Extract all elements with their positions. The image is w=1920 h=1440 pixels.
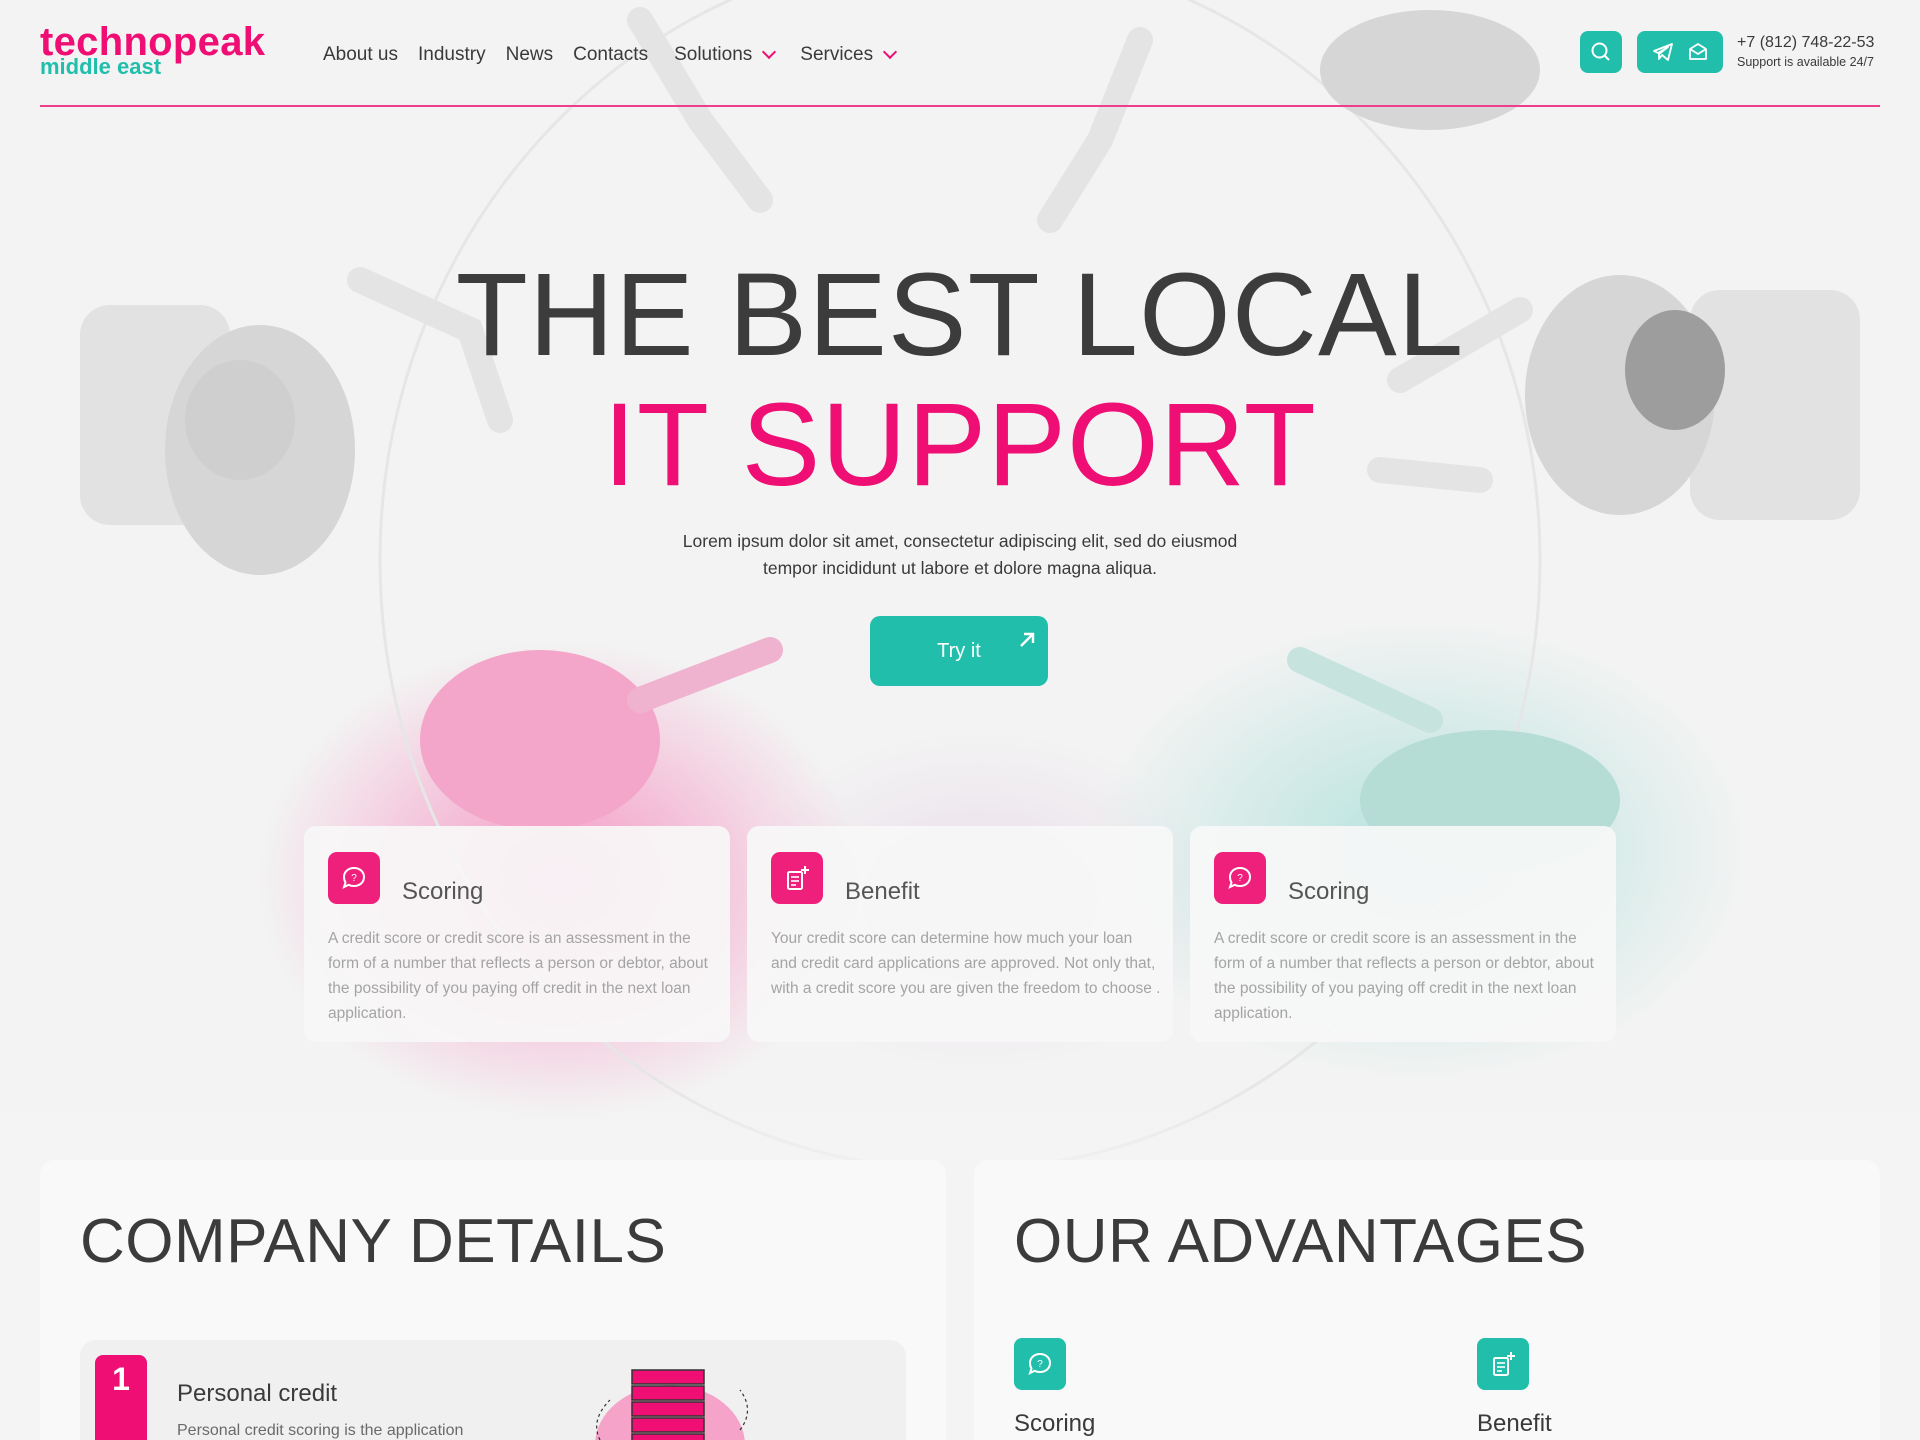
- advantage-title: Scoring: [1014, 1410, 1096, 1437]
- chat-question-icon: ?: [1214, 852, 1266, 904]
- phone-number[interactable]: +7 (812) 748-22-53: [1737, 34, 1874, 52]
- svg-text:?: ?: [351, 873, 357, 884]
- try-it-label: Try it: [937, 639, 981, 662]
- chevron-down-icon: [762, 44, 777, 60]
- svg-text:?: ?: [1037, 1359, 1043, 1370]
- try-it-button[interactable]: Try it: [870, 616, 1048, 686]
- hero-title-line2: IT SUPPORT: [603, 379, 1317, 511]
- nav-news[interactable]: News: [506, 40, 554, 70]
- advantage-item-benefit[interactable]: Benefit: [1477, 1338, 1552, 1437]
- card-text: A credit score or credit score is an ass…: [1214, 930, 1594, 1022]
- advantage-title: Benefit: [1477, 1410, 1552, 1437]
- chat-question-icon: ?: [328, 852, 380, 904]
- nav-contacts[interactable]: Contacts: [573, 40, 648, 70]
- nav-solutions-label: Solutions: [674, 44, 753, 65]
- nav-industry[interactable]: Industry: [418, 40, 486, 70]
- server-cloud-illustration: [595, 1369, 749, 1440]
- nav-news-label: News: [505, 44, 554, 65]
- card-text: Your credit score can determine how much…: [771, 930, 1161, 997]
- card-title: Benefit: [845, 878, 920, 905]
- chevron-down-icon: [883, 44, 898, 60]
- feature-card-scoring-2[interactable]: ? Scoring A credit score or credit score…: [1190, 826, 1616, 1042]
- item-title: Personal credit: [177, 1380, 338, 1407]
- hero-lead: Lorem ipsum dolor sit amet, consectetur …: [682, 531, 1238, 578]
- item-number-badge: 1: [95, 1355, 147, 1440]
- card-title: Scoring: [402, 878, 484, 905]
- contact-buttons: [1637, 31, 1723, 73]
- nav-services[interactable]: Services: [800, 40, 898, 70]
- svg-text:?: ?: [1237, 873, 1243, 884]
- document-plus-icon: [1477, 1338, 1529, 1390]
- feature-card-scoring[interactable]: ? Scoring A credit score or credit score…: [304, 826, 730, 1042]
- nav-contacts-label: Contacts: [573, 44, 649, 65]
- contact-info: +7 (812) 748-22-53 Support is available …: [1737, 34, 1874, 69]
- hero-title-line1: THE BEST LOCAL: [455, 249, 1465, 381]
- company-details-panel: COMPANY DETAILS 1 Personal credit Person…: [40, 1160, 946, 1440]
- brand-logo[interactable]: technopeak middle east: [40, 20, 265, 78]
- nav-about-us-label: About us: [323, 44, 398, 65]
- card-title: Scoring: [1288, 878, 1370, 905]
- document-plus-icon: [771, 852, 823, 904]
- search-icon: [1591, 42, 1610, 61]
- company-detail-item[interactable]: 1 Personal credit Personal credit scorin…: [80, 1340, 906, 1440]
- nav-industry-label: Industry: [418, 44, 486, 65]
- item-text: Personal credit scoring is the applicati…: [177, 1422, 464, 1439]
- main-nav: About us Industry News Contacts Solution…: [323, 40, 921, 70]
- support-hours: Support is available 24/7: [1737, 55, 1874, 69]
- nav-services-label: Services: [800, 44, 874, 65]
- nav-about-us[interactable]: About us: [323, 40, 398, 70]
- search-button[interactable]: [1580, 31, 1622, 73]
- chat-question-icon: ?: [1014, 1338, 1066, 1390]
- telegram-icon[interactable]: [1651, 40, 1675, 64]
- arrow-up-right-icon: [1020, 632, 1035, 647]
- card-text: A credit score or credit score is an ass…: [328, 930, 708, 1022]
- nav-solutions[interactable]: Solutions: [674, 40, 777, 70]
- company-details-title: COMPANY DETAILS: [80, 1207, 667, 1276]
- feature-card-benefit[interactable]: Benefit Your credit score can determine …: [747, 826, 1173, 1042]
- header-divider: [40, 105, 1880, 107]
- advantages-title: OUR ADVANTAGES: [1014, 1207, 1588, 1276]
- advantages-panel: OUR ADVANTAGES ? Scoring Benefit: [974, 1160, 1880, 1440]
- mail-icon[interactable]: [1686, 40, 1710, 64]
- advantage-item-scoring[interactable]: ? Scoring: [1014, 1338, 1095, 1437]
